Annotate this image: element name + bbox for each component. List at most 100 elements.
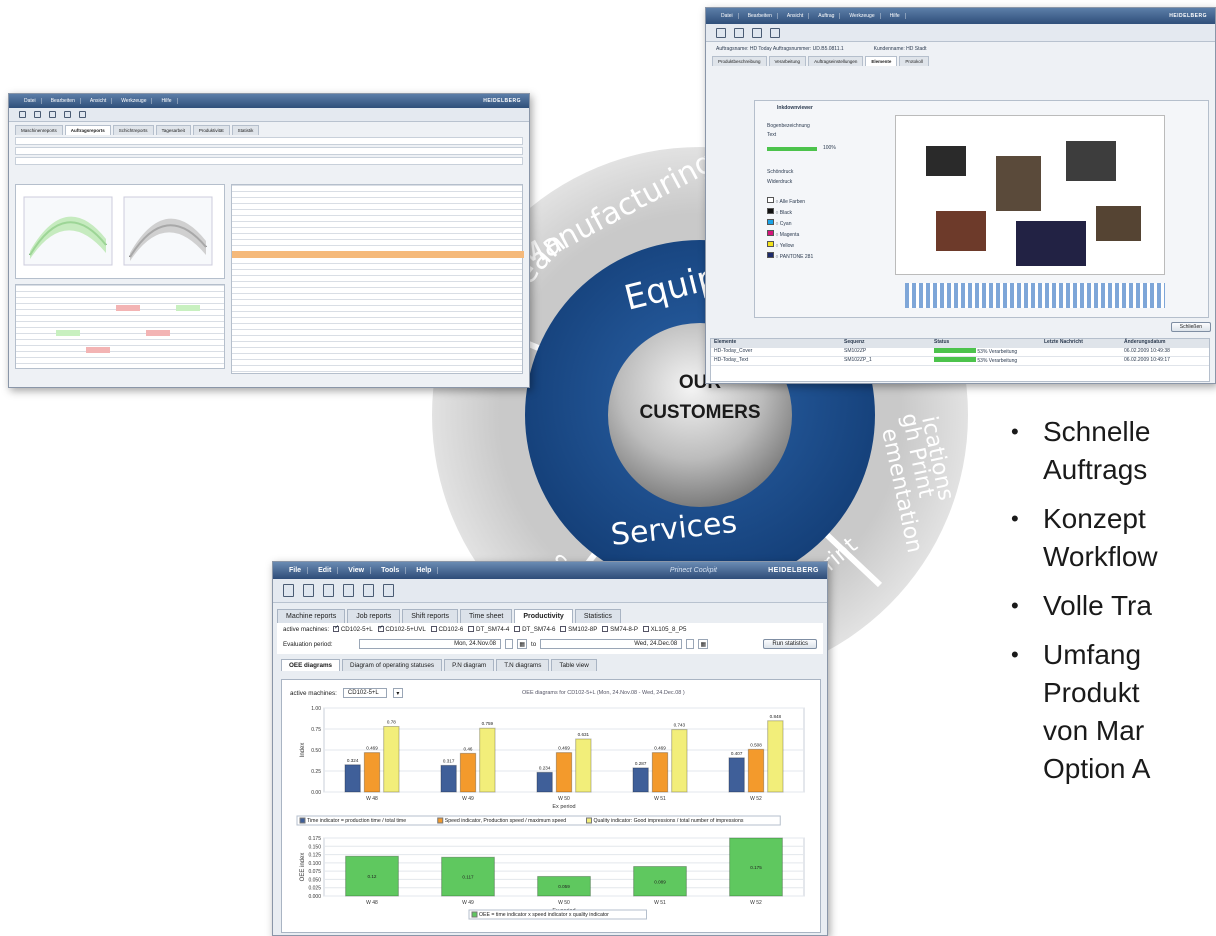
- date-from-field[interactable]: Mon, 24.Nov.08: [359, 639, 501, 649]
- tab-machine-reports[interactable]: Machine reports: [277, 609, 346, 623]
- checkbox[interactable]: [642, 626, 649, 633]
- save-icon[interactable]: [716, 27, 726, 38]
- table-header-cell[interactable]: Änderungsdatum: [1121, 339, 1207, 348]
- tab-auftragsreports[interactable]: Auftragsreports: [64, 125, 111, 135]
- checkbox[interactable]: [333, 624, 339, 633]
- print-icon[interactable]: [734, 27, 744, 38]
- side-front[interactable]: Schöndruck: [767, 169, 793, 175]
- menu-hilfe[interactable]: Hilfe: [156, 98, 178, 104]
- table-row[interactable]: HD-Today_Text SM102ZP_1 53% Verarbeitung 0…: [711, 357, 1209, 366]
- bullet-item: Volle Tra: [1005, 587, 1216, 625]
- color-list-item[interactable]: ○ Black: [767, 208, 813, 216]
- export-icon[interactable]: [752, 27, 762, 38]
- machine-checkbox-item[interactable]: SM102-8P: [560, 626, 597, 633]
- checkbox[interactable]: [377, 624, 384, 633]
- tab-time-sheet[interactable]: Time sheet: [459, 609, 513, 623]
- tab-statistics[interactable]: Statistics: [574, 609, 621, 623]
- color-list-item[interactable]: ○ Magenta: [767, 230, 813, 238]
- tab-shift-reports[interactable]: Shift reports: [402, 609, 458, 623]
- checkbox[interactable]: [560, 626, 567, 633]
- export-icon[interactable]: [323, 584, 334, 597]
- tab-produktbeschreibung[interactable]: Produktbeschreibung: [712, 56, 767, 66]
- menu-bearbeiten[interactable]: Bearbeiten: [46, 98, 81, 104]
- date-to-spinner[interactable]: [686, 639, 695, 649]
- subtab-operating-statuses[interactable]: Diagram of operating statuses: [342, 659, 443, 671]
- table-row[interactable]: HD-Today_Cover SM102ZP 53% Verarbeitung 06…: [711, 348, 1209, 357]
- tab-verarbeitung[interactable]: Verarbeitung: [768, 56, 807, 66]
- menu-ansicht[interactable]: Ansicht: [85, 98, 113, 104]
- color-list-item[interactable]: ○ Yellow: [767, 241, 813, 249]
- subtab-tn-diagrams[interactable]: T.N diagrams: [496, 659, 550, 671]
- close-button[interactable]: Schließen: [1170, 322, 1211, 332]
- tab-statistik[interactable]: Statistik: [231, 125, 260, 135]
- tab-auftragseinstellungen[interactable]: Auftragseinstellungen: [808, 56, 864, 66]
- table-header-cell[interactable]: Elemente: [711, 339, 841, 348]
- machine-checkbox-item[interactable]: CD102-6: [430, 626, 463, 633]
- tab-tagesarbeit[interactable]: Tagesarbeit: [155, 125, 191, 135]
- checkbox[interactable]: [602, 626, 609, 633]
- date-from-spinner[interactable]: [505, 639, 513, 649]
- subtab-pn-diagram[interactable]: P.N diagram: [444, 659, 495, 671]
- print-icon[interactable]: [34, 111, 41, 118]
- menu-werkzeuge[interactable]: Werkzeuge: [844, 13, 881, 19]
- color-list-item[interactable]: ○ Alle Farben: [767, 197, 813, 205]
- x-tick-label: W 48: [366, 900, 378, 906]
- report-icon[interactable]: [343, 584, 354, 597]
- tab-protokoll[interactable]: Protokoll: [899, 56, 929, 66]
- side-back[interactable]: Widerdruck: [767, 179, 792, 185]
- tab-elemente[interactable]: Elemente: [865, 56, 898, 66]
- job-reports-window: Datei Bearbeiten Ansicht Werkzeuge Hilfe…: [8, 93, 530, 388]
- y-tick-label: 0.50: [311, 748, 321, 754]
- color-list-item[interactable]: ○ Cyan: [767, 219, 813, 227]
- tab-job-reports[interactable]: Job reports: [347, 609, 401, 623]
- save-icon[interactable]: [19, 111, 26, 118]
- checkbox[interactable]: [514, 626, 521, 633]
- menu-ansicht[interactable]: Ansicht: [782, 13, 810, 19]
- color-list-item[interactable]: ○ PANTONE 281: [767, 252, 813, 260]
- menu-werkzeuge[interactable]: Werkzeuge: [116, 98, 153, 104]
- menu-view[interactable]: View: [342, 567, 372, 574]
- calendar-from-icon[interactable]: ▦: [517, 639, 527, 649]
- menu-datei[interactable]: Datei: [19, 98, 42, 104]
- menu-bearbeiten[interactable]: Bearbeiten: [743, 13, 778, 19]
- table-header-cell[interactable]: Letzte Nachricht: [1041, 339, 1121, 348]
- report-icon[interactable]: [770, 27, 780, 38]
- page-icon[interactable]: [79, 111, 86, 118]
- legend-swatch: [299, 817, 306, 824]
- table-header-cell[interactable]: Status: [931, 339, 1041, 348]
- menu-help[interactable]: Help: [410, 567, 439, 574]
- menu-edit[interactable]: Edit: [312, 567, 339, 574]
- run-statistics-button[interactable]: Run statistics: [763, 639, 817, 649]
- machine-checkbox-item[interactable]: CD102-5+L: [333, 624, 373, 633]
- y-tick-label: 0.025: [308, 886, 321, 892]
- machine-checkbox-item[interactable]: CD102-5+UVL: [377, 624, 426, 633]
- table-header-cell[interactable]: Sequenz: [841, 339, 931, 348]
- subtab-oee-diagrams[interactable]: OEE diagrams: [281, 659, 341, 671]
- tab-maschinenreports[interactable]: Maschinenreports: [15, 125, 63, 135]
- menu-datei[interactable]: Datei: [716, 13, 739, 19]
- machine-checkbox-item[interactable]: XL105_8_P5: [642, 626, 686, 633]
- calendar-to-icon[interactable]: ▦: [698, 639, 709, 649]
- checkbox[interactable]: [468, 626, 475, 633]
- checkbox[interactable]: [430, 626, 437, 633]
- page-icon[interactable]: [363, 584, 374, 597]
- tab-productivity[interactable]: Productivity: [514, 609, 573, 623]
- tab-produktivitaet[interactable]: Produktivität: [192, 125, 230, 135]
- export-icon[interactable]: [49, 111, 56, 118]
- tab-schichtreports[interactable]: Schichtreports: [112, 125, 154, 135]
- save-icon[interactable]: [283, 584, 294, 597]
- document-icon[interactable]: [383, 584, 394, 597]
- machine-checkbox-item[interactable]: DT_SM74-6: [514, 626, 555, 633]
- menu-file[interactable]: File: [283, 567, 309, 574]
- menu-tools[interactable]: Tools: [375, 567, 407, 574]
- productivity-window: File Edit View Tools Help Prinect Cockpi…: [272, 561, 828, 936]
- menu-hilfe[interactable]: Hilfe: [885, 13, 906, 19]
- date-to-field[interactable]: Wed, 24.Dec.08: [540, 639, 683, 649]
- print-icon[interactable]: [303, 584, 314, 597]
- bar: [383, 725, 400, 793]
- report-icon[interactable]: [64, 111, 71, 118]
- machine-checkbox-item[interactable]: SM74-8-P: [602, 626, 638, 633]
- subtab-table-view[interactable]: Table view: [551, 659, 597, 671]
- machine-checkbox-item[interactable]: DT_SM74-4: [468, 626, 509, 633]
- menu-auftrag[interactable]: Auftrag: [813, 13, 841, 19]
